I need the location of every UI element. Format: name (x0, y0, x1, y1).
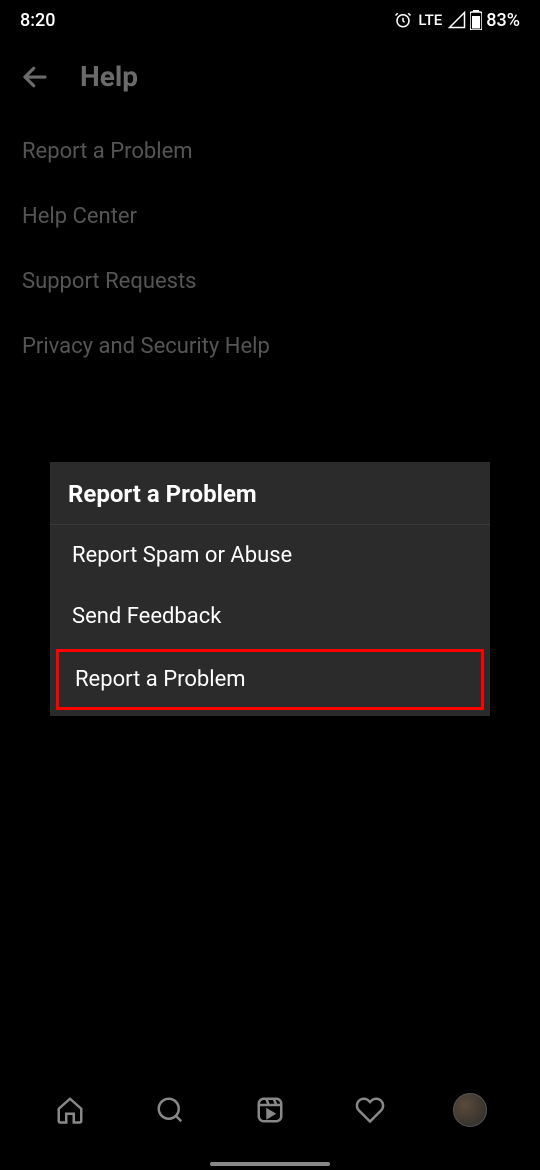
page-title: Help (80, 60, 138, 93)
status-bar: 8:20 LTE 83% (0, 0, 540, 40)
activity-icon[interactable] (353, 1093, 387, 1127)
dialog-header: Report a Problem (50, 462, 490, 525)
menu-privacy-security[interactable]: Privacy and Security Help (22, 314, 518, 379)
help-menu: Report a Problem Help Center Support Req… (0, 109, 540, 389)
dialog-title: Report a Problem (68, 480, 472, 508)
signal-icon (448, 11, 466, 29)
status-time: 8:20 (20, 10, 55, 31)
menu-help-center[interactable]: Help Center (22, 184, 518, 249)
reels-icon[interactable] (253, 1093, 287, 1127)
menu-support-requests[interactable]: Support Requests (22, 249, 518, 314)
home-indicator (210, 1162, 330, 1166)
dialog-option-feedback[interactable]: Send Feedback (50, 586, 490, 647)
network-type: LTE (418, 11, 442, 29)
bottom-nav (0, 1070, 540, 1170)
dialog-option-spam[interactable]: Report Spam or Abuse (50, 525, 490, 586)
dialog-option-report-problem[interactable]: Report a Problem (56, 649, 484, 710)
report-dialog: Report a Problem Report Spam or Abuse Se… (50, 462, 490, 716)
profile-avatar[interactable] (453, 1093, 487, 1127)
back-icon[interactable] (20, 62, 50, 92)
page-header: Help (0, 40, 540, 109)
menu-report-problem[interactable]: Report a Problem (22, 119, 518, 184)
battery-icon (470, 10, 482, 30)
alarm-icon (394, 11, 412, 29)
search-icon[interactable] (153, 1093, 187, 1127)
status-icons: LTE 83% (394, 10, 520, 31)
battery-percent: 83% (486, 10, 520, 31)
home-icon[interactable] (53, 1093, 87, 1127)
